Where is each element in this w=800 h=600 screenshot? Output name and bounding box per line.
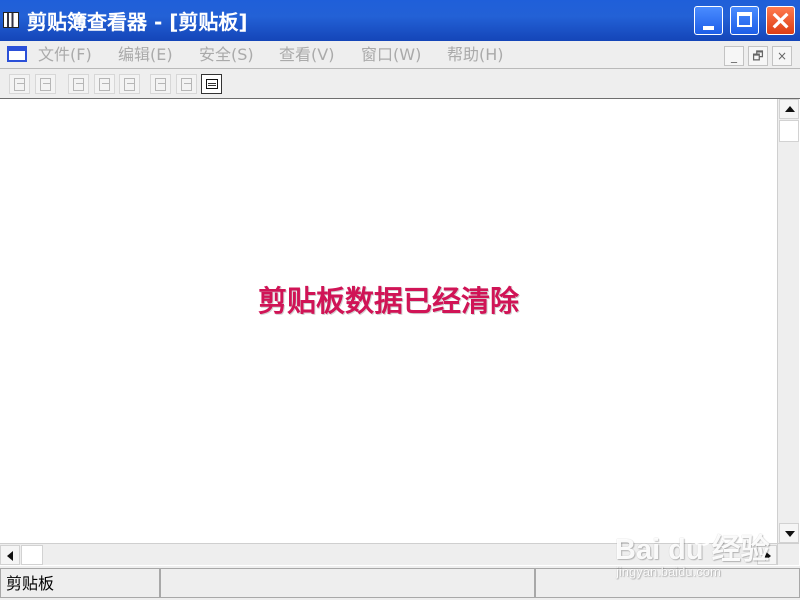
table-view-button[interactable]	[150, 74, 171, 94]
chevron-down-icon	[785, 531, 795, 537]
document-window-icon[interactable]	[7, 46, 27, 62]
list-view-button[interactable]	[176, 74, 197, 94]
minimize-button[interactable]	[694, 6, 723, 35]
horizontal-scroll-thumb[interactable]	[21, 545, 43, 565]
toolbar	[0, 69, 800, 99]
close-button[interactable]: ×	[766, 6, 795, 35]
menu-window[interactable]: 窗口(W)	[361, 45, 421, 65]
chevron-up-icon	[785, 106, 795, 112]
scrollbar-corner	[777, 543, 799, 565]
menu-help[interactable]: 帮助(H)	[447, 45, 504, 65]
menu-edit[interactable]: 编辑(E)	[118, 45, 173, 65]
menu-bar: 文件(F) 编辑(E) 安全(S) 查看(V) 窗口(W) 帮助(H) _ 🗗 …	[0, 41, 800, 69]
paste-button[interactable]	[94, 74, 115, 94]
chevron-right-icon	[765, 551, 771, 561]
scroll-up-button[interactable]	[779, 99, 799, 119]
copy-button[interactable]	[68, 74, 89, 94]
save-button[interactable]	[35, 74, 56, 94]
maximize-button[interactable]	[730, 6, 759, 35]
child-window-controls: _ 🗗 ×	[724, 46, 796, 66]
menu-file[interactable]: 文件(F)	[38, 45, 92, 65]
clipboard-view-button[interactable]	[201, 74, 222, 94]
maximize-icon	[737, 12, 752, 27]
menu-security[interactable]: 安全(S)	[199, 45, 254, 65]
status-pane-left: 剪贴板	[0, 568, 160, 598]
status-left-text: 剪贴板	[6, 574, 55, 593]
vertical-scroll-thumb[interactable]	[779, 120, 799, 142]
clipboard-viewer-window: 剪贴簿查看器 - [剪贴板] × 文件(F) 编辑(E) 安全(S) 查看(V)…	[0, 0, 800, 600]
menu-view[interactable]: 查看(V)	[279, 45, 334, 65]
scroll-down-button[interactable]	[779, 523, 799, 543]
scroll-left-button[interactable]	[0, 545, 20, 565]
child-minimize-button[interactable]: _	[724, 46, 744, 66]
vertical-scrollbar[interactable]	[777, 99, 799, 543]
open-button[interactable]	[9, 74, 30, 94]
clipboard-viewer-icon	[3, 12, 19, 28]
child-restore-button[interactable]: 🗗	[748, 46, 768, 66]
status-pane-middle	[160, 568, 535, 598]
chevron-left-icon	[7, 551, 13, 561]
status-pane-right	[535, 568, 800, 598]
close-icon: ×	[769, 5, 792, 36]
window-title: 剪贴簿查看器 - [剪贴板]	[27, 10, 248, 34]
minimize-icon	[703, 26, 714, 30]
child-close-button[interactable]: ×	[772, 46, 792, 66]
horizontal-scrollbar[interactable]	[0, 543, 777, 565]
clipboard-cleared-message: 剪贴板数据已经清除	[258, 284, 520, 318]
scroll-right-button[interactable]	[757, 545, 777, 565]
delete-button[interactable]	[119, 74, 140, 94]
title-bar[interactable]: 剪贴簿查看器 - [剪贴板] ×	[0, 0, 800, 41]
clipboard-content-area[interactable]: 剪贴板数据已经清除	[0, 99, 777, 543]
status-bar: 剪贴板	[0, 565, 800, 600]
